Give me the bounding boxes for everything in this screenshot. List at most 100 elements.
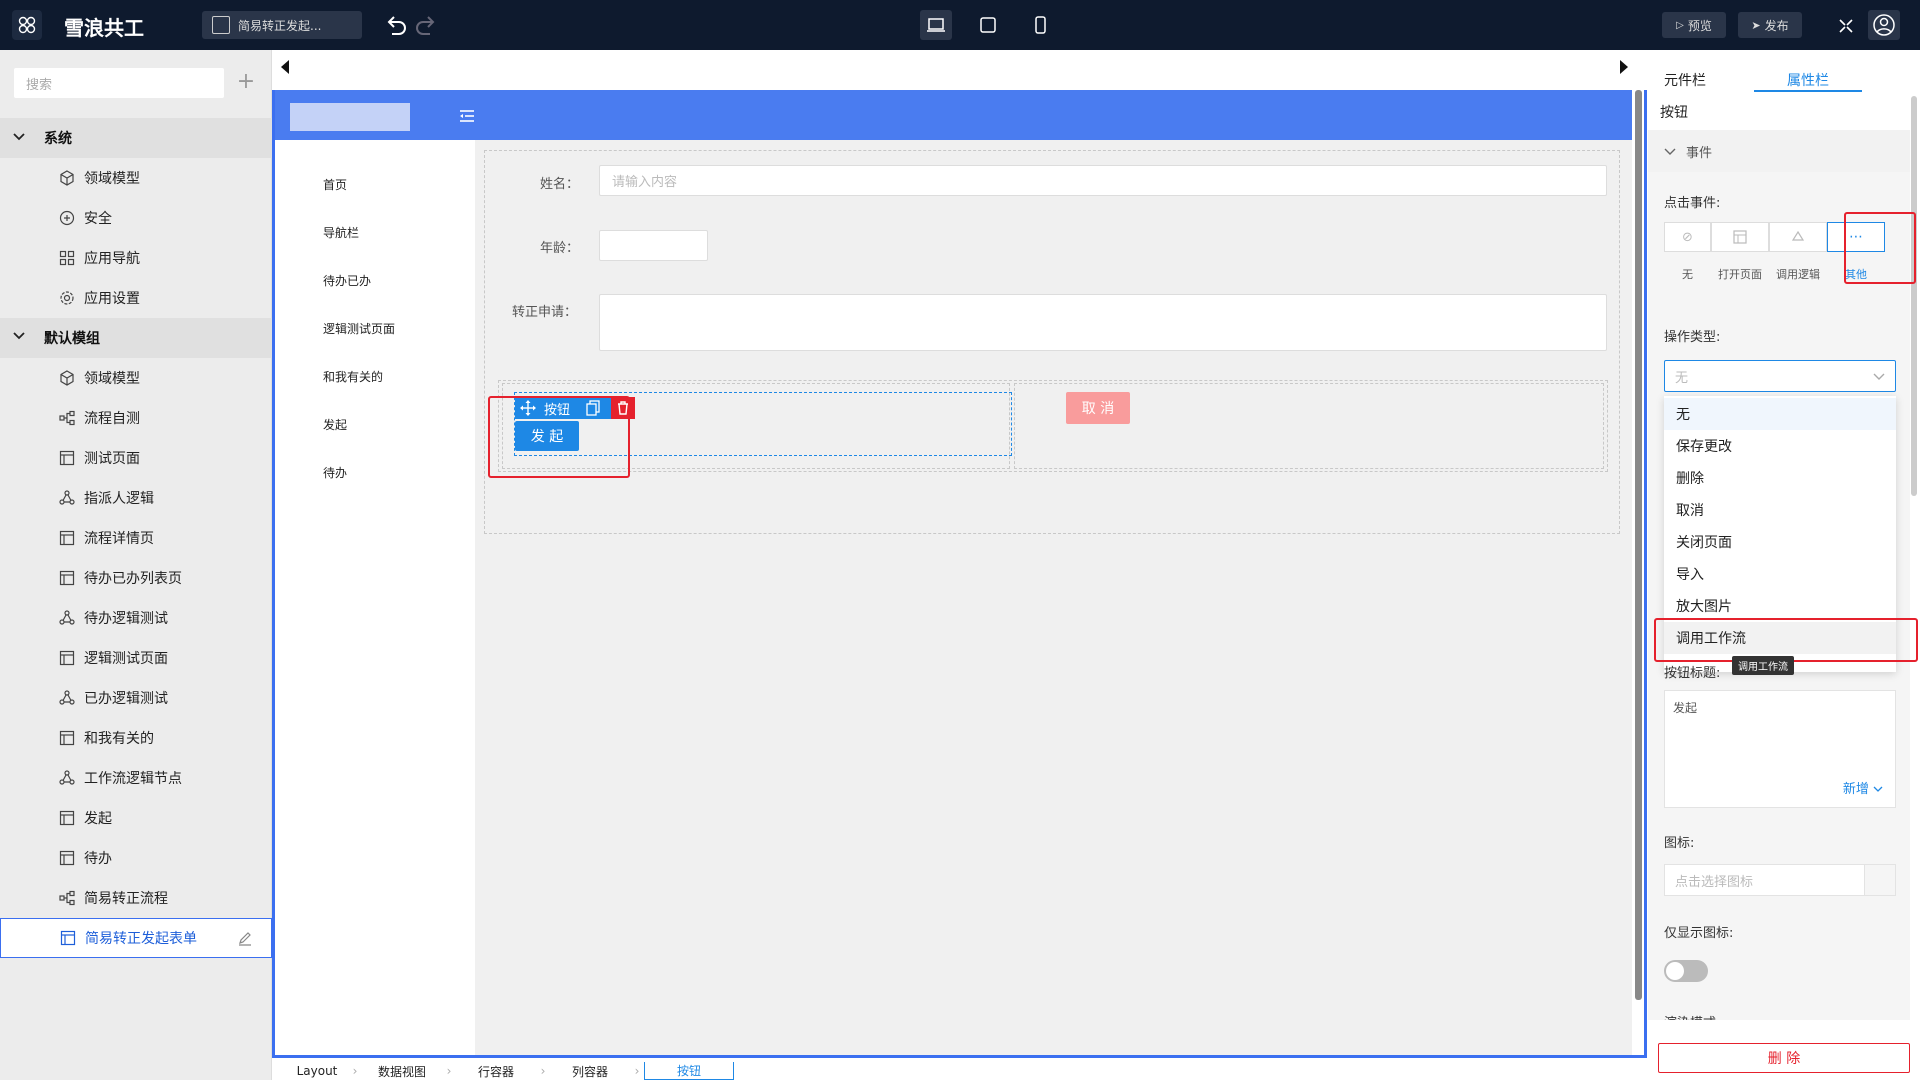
sidebar-item[interactable]: 简易转正发起表单: [0, 918, 272, 958]
sidebar-item[interactable]: 待办已办列表页: [0, 558, 272, 598]
event-option-none[interactable]: ⊘: [1664, 222, 1711, 252]
icon-select-input[interactable]: 点击选择图标: [1664, 864, 1896, 896]
sidebar-item[interactable]: 简易转正流程: [0, 878, 272, 918]
sidebar-item[interactable]: 应用导航: [0, 238, 272, 278]
nav-item-related[interactable]: 和我有关的: [323, 368, 383, 385]
menu-toggle-icon[interactable]: [458, 108, 476, 124]
delete-component-button[interactable]: 删 除: [1658, 1043, 1910, 1073]
desktop-view-icon[interactable]: [920, 10, 952, 40]
play-icon: ▷: [1676, 19, 1684, 31]
top-bar: 雪浪共工 简易转正发起... ▷ 预览 ➤ 发布: [0, 0, 1920, 50]
page-icon: [58, 449, 76, 467]
preview-button[interactable]: ▷ 预览: [1662, 12, 1726, 38]
component-name: 按钮: [1660, 105, 1688, 121]
event-option-none-label: 无: [1682, 268, 1693, 281]
sidebar-item[interactable]: 和我有关的: [0, 718, 272, 758]
group-default[interactable]: 默认模组: [0, 318, 272, 358]
breadcrumb-data-view[interactable]: 数据视图: [362, 1062, 442, 1080]
dropdown-option-cancel[interactable]: 取消: [1664, 494, 1896, 526]
event-option-open-page[interactable]: [1711, 222, 1769, 252]
sidebar-item-label: 逻辑测试页面: [84, 651, 168, 667]
dropdown-option-delete[interactable]: 删除: [1664, 462, 1896, 494]
icon-select-button[interactable]: [1864, 865, 1895, 895]
dropdown-option-import[interactable]: 导入: [1664, 558, 1896, 590]
arrow-left-icon[interactable]: [278, 58, 292, 76]
right-panel: 元件栏 属性栏 按钮 事件 点击事件: ⊘ ⋯ 无 打开页面 调用逻辑 其他 操…: [1648, 50, 1920, 1080]
page-layout-icon: [212, 16, 230, 34]
button-title-textarea[interactable]: 发起 新增: [1664, 690, 1896, 808]
page-icon: [58, 809, 76, 827]
name-input[interactable]: 请输入内容: [599, 165, 1607, 196]
dropdown-option-none[interactable]: 无: [1664, 398, 1896, 430]
sidebar-item[interactable]: 待办逻辑测试: [0, 598, 272, 638]
add-new-link[interactable]: 新增: [1843, 778, 1883, 797]
nav-item-todo[interactable]: 待办: [323, 464, 347, 481]
app-menu-icon[interactable]: [12, 10, 42, 40]
page-tab[interactable]: 简易转正发起...: [202, 11, 362, 39]
scrollbar[interactable]: [1635, 90, 1642, 1000]
tab-components[interactable]: 元件栏: [1664, 70, 1706, 90]
event-section-header[interactable]: 事件: [1648, 130, 1910, 172]
event-option-call-logic[interactable]: [1769, 222, 1827, 252]
sidebar-item[interactable]: 待办: [0, 838, 272, 878]
dropdown-option-close-page[interactable]: 关闭页面: [1664, 526, 1896, 558]
breadcrumb-button[interactable]: 按钮: [644, 1062, 734, 1080]
breadcrumb-sep: ›: [540, 1064, 546, 1078]
sidebar-item[interactable]: 流程自测: [0, 398, 272, 438]
tablet-view-icon[interactable]: [972, 10, 1004, 40]
panel-scrollbar[interactable]: [1911, 96, 1917, 496]
event-option-call-logic-label: 调用逻辑: [1776, 268, 1820, 281]
group-system[interactable]: 系统: [0, 118, 272, 158]
dropdown-option-save[interactable]: 保存更改: [1664, 430, 1896, 462]
user-avatar-icon[interactable]: [1868, 10, 1900, 40]
chevron-down-icon: [1873, 367, 1885, 386]
undo-icon[interactable]: [384, 14, 408, 36]
sidebar-item[interactable]: 指派人逻辑: [0, 478, 272, 518]
nav-item-navbar[interactable]: 导航栏: [323, 224, 359, 241]
apply-textarea[interactable]: [599, 294, 1607, 351]
sidebar-item[interactable]: 领域模型: [0, 358, 272, 398]
sidebar-item[interactable]: 流程详情页: [0, 518, 272, 558]
add-icon[interactable]: +: [236, 70, 256, 94]
sidebar-item[interactable]: 安全: [0, 198, 272, 238]
nav-item-logic-test[interactable]: 逻辑测试页面: [323, 320, 395, 337]
edit-icon[interactable]: [237, 930, 253, 950]
sidebar-item[interactable]: 测试页面: [0, 438, 272, 478]
sidebar-item-label: 应用导航: [84, 251, 140, 267]
only-icon-toggle[interactable]: [1664, 960, 1708, 982]
nav-item-initiate[interactable]: 发起: [323, 416, 347, 433]
highlight-box-button: [488, 396, 630, 478]
sidebar-item[interactable]: 应用设置: [0, 278, 272, 318]
nav-item-home[interactable]: 首页: [323, 176, 347, 193]
toggle-knob: [1666, 962, 1684, 980]
op-type-select[interactable]: 无: [1664, 360, 1896, 392]
breadcrumb-sep: ›: [446, 1064, 452, 1078]
arrow-right-icon[interactable]: [1617, 58, 1631, 76]
button-title-label: 按钮标题:: [1664, 666, 1721, 681]
redo-icon[interactable]: [414, 14, 438, 36]
icon-placeholder: 点击选择图标: [1675, 874, 1754, 890]
age-input[interactable]: [599, 230, 708, 261]
sidebar-item[interactable]: 工作流逻辑节点: [0, 758, 272, 798]
sidebar-item-label: 待办逻辑测试: [84, 611, 168, 627]
breadcrumb-column-container[interactable]: 列容器: [550, 1062, 630, 1080]
breadcrumb-sep: ›: [352, 1064, 358, 1078]
cancel-button[interactable]: 取 消: [1066, 392, 1130, 424]
breadcrumb-row-container[interactable]: 行容器: [456, 1062, 536, 1080]
sidebar-item[interactable]: 逻辑测试页面: [0, 638, 272, 678]
send-icon: ➤: [1751, 18, 1761, 32]
search-input[interactable]: 搜索: [14, 68, 224, 98]
sidebar-item[interactable]: 领域模型: [0, 158, 272, 198]
mobile-view-icon[interactable]: [1024, 10, 1056, 40]
tab-properties[interactable]: 属性栏: [1754, 70, 1862, 90]
page-tab-label: 简易转正发起...: [238, 18, 322, 33]
sidebar-item-label: 领域模型: [84, 371, 140, 387]
breadcrumb-layout[interactable]: Layout: [286, 1062, 348, 1080]
publish-button[interactable]: ➤ 发布: [1738, 12, 1802, 38]
nav-item-todo-done[interactable]: 待办已办: [323, 272, 371, 289]
page-icon: [58, 649, 76, 667]
sidebar-item-label: 指派人逻辑: [84, 491, 154, 507]
sidebar-item[interactable]: 发起: [0, 798, 272, 838]
collapse-icon[interactable]: [1836, 16, 1856, 36]
sidebar-item[interactable]: 已办逻辑测试: [0, 678, 272, 718]
